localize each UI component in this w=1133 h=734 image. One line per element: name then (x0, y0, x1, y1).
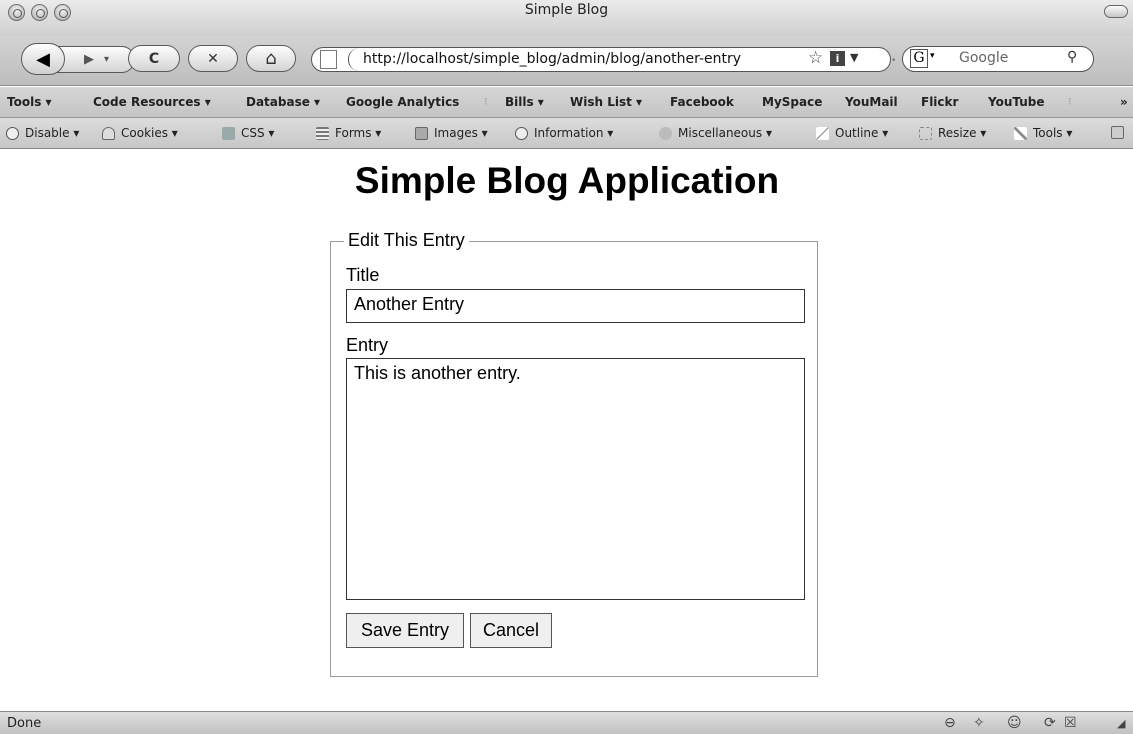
dev-disable-menu[interactable]: Disable ▾ (6, 126, 79, 140)
sync-status-icon[interactable]: ⟳ (1044, 715, 1056, 731)
bookmark-google-analytics[interactable]: Google Analytics (346, 95, 459, 109)
forward-button[interactable]: ▶ ▾ (55, 46, 135, 73)
entry-label: Entry (346, 335, 389, 355)
web-developer-toolbar: Disable ▾ Cookies ▾ CSS ▾ Forms ▾ Images… (0, 118, 1133, 149)
form-legend: Edit This Entry (344, 230, 469, 251)
dev-outline-label: Outline ▾ (835, 126, 889, 140)
wrench-icon (1014, 126, 1027, 140)
window-title: Simple Blog (524, 2, 609, 18)
bookmark-tools[interactable]: Tools ▾ (7, 95, 52, 109)
bookmark-star-icon[interactable]: ☆ (808, 48, 823, 68)
bookmark-separator: ⁝ (1068, 95, 1072, 108)
home-button[interactable]: ⌂ (246, 45, 296, 72)
disable-icon (6, 126, 19, 140)
reload-icon: C (148, 50, 160, 67)
bookmark-code-resources[interactable]: Code Resources ▾ (93, 95, 211, 109)
information-icon (515, 126, 528, 140)
images-icon (415, 126, 428, 140)
greasemonkey-status-icon[interactable]: ☺ (1007, 715, 1022, 731)
view-source-icon (1111, 126, 1124, 139)
css-icon (222, 126, 235, 140)
address-input[interactable]: http://localhost/simple_blog/admin/blog/… (363, 51, 741, 67)
navigation-toolbar: ▶ ▾ ◀ C ✕ ⌂ http://localhost/simple_blog… (0, 36, 1133, 86)
status-text: Done (7, 716, 42, 731)
dev-images-menu[interactable]: Images ▾ (415, 126, 488, 140)
dev-css-label: CSS ▾ (241, 126, 275, 140)
title-input[interactable]: Another Entry (346, 289, 805, 323)
dev-cookies-menu[interactable]: Cookies ▾ (102, 126, 178, 140)
bookmark-youtube[interactable]: YouTube (988, 95, 1045, 109)
miscellaneous-icon (659, 126, 672, 140)
dev-forms-label: Forms ▾ (335, 126, 382, 140)
disabled-status-icon[interactable]: ⊖ (944, 715, 956, 731)
bookmark-myspace[interactable]: MySpace (762, 95, 822, 109)
back-button[interactable]: ◀ (21, 43, 65, 75)
address-dropdown-icon[interactable]: ▼ (850, 51, 858, 64)
bookmark-facebook[interactable]: Facebook (670, 95, 734, 109)
forms-icon (316, 126, 329, 140)
dev-information-label: Information ▾ (534, 126, 614, 140)
history-dropdown-icon[interactable]: ▾ (104, 54, 109, 65)
bookmark-bills[interactable]: Bills ▾ (505, 95, 544, 109)
dev-disable-label: Disable ▾ (25, 126, 80, 140)
entry-textarea[interactable]: This is another entry. (346, 358, 805, 600)
back-forward-group: ▶ ▾ ◀ (21, 43, 143, 75)
search-icon[interactable]: ⚲ (1067, 49, 1077, 65)
edit-entry-form: Edit This Entry Title Another Entry Entr… (330, 230, 818, 677)
dev-tools-label: Tools ▾ (1033, 126, 1073, 140)
dev-images-label: Images ▾ (434, 126, 488, 140)
home-icon: ⌂ (265, 48, 277, 69)
dev-resize-menu[interactable]: Resize ▾ (919, 126, 986, 140)
window-titlebar: Simple Blog (0, 0, 1133, 36)
reload-button[interactable]: C (128, 45, 180, 72)
dev-resize-label: Resize ▾ (938, 126, 987, 140)
forward-icon: ▶ (84, 52, 94, 67)
cookies-icon (102, 126, 115, 140)
firebug-status-icon[interactable]: ✧ (973, 715, 985, 731)
search-input[interactable]: Google (959, 50, 1008, 66)
outline-icon (816, 126, 829, 140)
save-entry-button[interactable]: Save Entry (346, 613, 464, 648)
bookmark-flickr[interactable]: Flickr (921, 95, 958, 109)
site-info-icon[interactable]: i (830, 51, 845, 66)
title-label: Title (346, 265, 380, 285)
dev-view-source-menu[interactable] (1111, 126, 1130, 139)
page-icon (320, 50, 337, 69)
search-engine-icon[interactable]: G (910, 49, 928, 68)
dev-outline-menu[interactable]: Outline ▾ (816, 126, 888, 140)
bookmarks-overflow-icon[interactable]: » (1120, 95, 1128, 109)
page-title: Simple Blog Application (354, 160, 780, 201)
engine-dropdown-icon[interactable]: ▾ (930, 51, 935, 61)
search-box[interactable]: G ▾ Google ⚲ (902, 46, 1094, 72)
bookmark-separator: ⁝ (484, 95, 488, 108)
bookmarks-toolbar: Tools ▾ Code Resources ▾ Database ▾ Goog… (0, 87, 1133, 118)
bookmark-wish-list[interactable]: Wish List ▾ (570, 95, 642, 109)
toolbar-toggle-icon[interactable] (1104, 5, 1128, 18)
errors-status-icon[interactable]: ☒ (1064, 715, 1077, 731)
status-bar: Done ⊖ ✧ ☺ ⟳ ☒ ◢ (0, 711, 1133, 734)
separator-dot-icon: • (891, 56, 897, 66)
stop-button[interactable]: ✕ (188, 45, 238, 72)
dev-css-menu[interactable]: CSS ▾ (222, 126, 274, 140)
back-icon: ◀ (36, 48, 50, 70)
bookmark-youmail[interactable]: YouMail (845, 95, 898, 109)
resize-icon (919, 126, 932, 140)
dev-tools-menu[interactable]: Tools ▾ (1014, 126, 1072, 140)
stop-icon: ✕ (207, 50, 219, 67)
address-bar[interactable]: http://localhost/simple_blog/admin/blog/… (311, 47, 891, 72)
bookmark-database[interactable]: Database ▾ (246, 95, 320, 109)
dev-cookies-label: Cookies ▾ (121, 126, 178, 140)
dev-information-menu[interactable]: Information ▾ (515, 126, 613, 140)
cancel-button[interactable]: Cancel (470, 613, 552, 648)
dev-miscellaneous-label: Miscellaneous ▾ (678, 126, 772, 140)
resize-grip-icon[interactable]: ◢ (1117, 717, 1125, 730)
dev-forms-menu[interactable]: Forms ▾ (316, 126, 381, 140)
dev-miscellaneous-menu[interactable]: Miscellaneous ▾ (659, 126, 772, 140)
